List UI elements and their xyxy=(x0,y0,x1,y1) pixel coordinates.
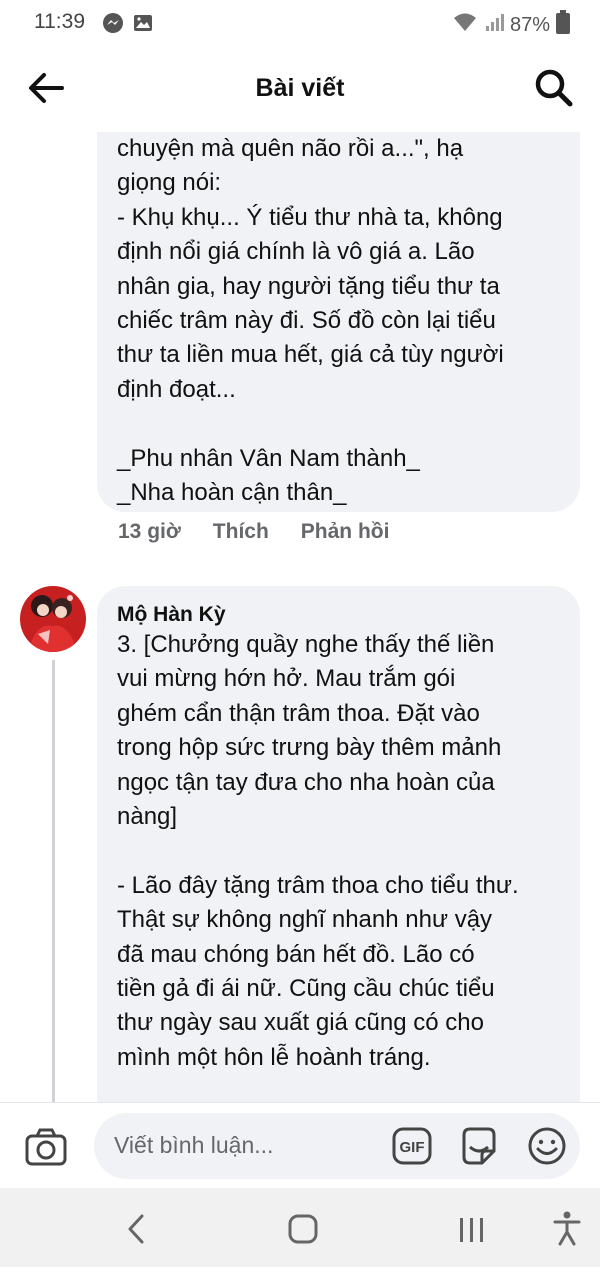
camera-button[interactable] xyxy=(24,1125,68,1169)
comment-composer: Viết bình luận... GIF xyxy=(0,1102,600,1189)
messenger-icon xyxy=(102,12,124,39)
chevron-left-icon xyxy=(128,1214,144,1244)
gif-label: GIF xyxy=(400,1139,425,1156)
image-icon xyxy=(132,12,154,39)
sticker-button[interactable] xyxy=(458,1125,500,1167)
emoji-button[interactable] xyxy=(526,1125,568,1167)
avatar[interactable] xyxy=(20,586,86,652)
comment-actions: 13 giờ Thích Phản hồi xyxy=(118,520,389,544)
gif-button[interactable]: GIF xyxy=(392,1127,432,1165)
battery-percent: 87% xyxy=(509,13,550,36)
camera-icon xyxy=(25,1128,67,1166)
status-bar: 11:39 87% xyxy=(0,0,600,46)
comments-list[interactable]: chuyện mà quên não rồi a...", hạ giọng n… xyxy=(0,132,600,1102)
nav-home-button[interactable] xyxy=(288,1214,318,1244)
like-button[interactable]: Thích xyxy=(213,520,269,544)
comment-bubble: chuyện mà quên não rồi a...", hạ giọng n… xyxy=(97,132,580,512)
emoji-icon xyxy=(528,1127,566,1165)
nav-back-button[interactable] xyxy=(124,1212,148,1246)
search-icon xyxy=(535,69,573,107)
sticker-icon xyxy=(462,1127,496,1165)
accessibility-icon xyxy=(553,1211,581,1246)
reply-button[interactable]: Phản hồi xyxy=(301,520,390,544)
recents-icon xyxy=(460,1218,483,1242)
comment-input[interactable]: Viết bình luận... GIF xyxy=(94,1113,580,1179)
comment-timestamp: 13 giờ xyxy=(118,520,181,543)
status-time: 11:39 xyxy=(34,10,85,33)
gif-icon: GIF xyxy=(392,1127,432,1165)
post-header: Bài viết xyxy=(0,46,600,132)
comment-input-placeholder: Viết bình luận... xyxy=(114,1132,274,1158)
search-button[interactable] xyxy=(532,66,576,110)
comment-bubble: Mộ Hàn Kỳ 3. [Chưởng quầy nghe thấy thế … xyxy=(97,586,580,1102)
nav-recents-button[interactable] xyxy=(456,1216,488,1244)
signal-icon xyxy=(484,11,504,39)
comment-text: 3. [Chưởng quầy nghe thấy thế liền vui m… xyxy=(117,631,519,1071)
home-square-icon xyxy=(288,1214,318,1244)
thread-line xyxy=(52,660,55,1102)
system-nav-bar xyxy=(0,1188,600,1267)
battery-icon xyxy=(556,10,570,40)
wifi-icon xyxy=(452,11,478,39)
accessibility-button[interactable] xyxy=(552,1210,582,1246)
comment-text: chuyện mà quên não rồi a...", hạ giọng n… xyxy=(117,135,504,507)
page-title: Bài viết xyxy=(255,74,345,102)
